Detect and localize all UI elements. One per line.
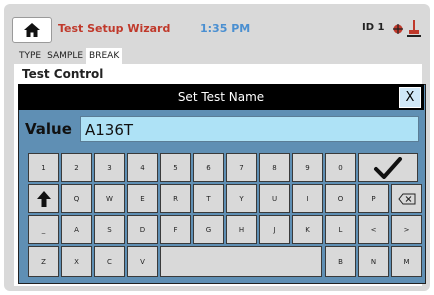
cursor-left-key[interactable]: < xyxy=(358,215,389,244)
section-title: Test Control xyxy=(22,67,104,81)
close-button[interactable]: X xyxy=(399,87,421,108)
key-4[interactable]: 4 xyxy=(127,153,158,182)
key-3[interactable]: 3 xyxy=(94,153,125,182)
key-a[interactable]: A xyxy=(61,215,92,244)
shift-key[interactable] xyxy=(28,184,59,213)
key-v[interactable]: V xyxy=(127,246,158,277)
key-c[interactable]: C xyxy=(94,246,125,277)
key-q[interactable]: Q xyxy=(61,184,92,213)
dialog-title: Set Test Name xyxy=(177,90,265,104)
checkmark-icon xyxy=(374,156,402,179)
arrow-up-icon xyxy=(36,190,51,207)
key-b[interactable]: B xyxy=(325,246,356,277)
home-icon xyxy=(24,23,40,37)
key-e[interactable]: E xyxy=(127,184,158,213)
backspace-key[interactable] xyxy=(391,184,422,213)
tab-break[interactable]: BREAK xyxy=(86,48,123,64)
key-5[interactable]: 5 xyxy=(160,153,191,182)
cursor-right-key[interactable]: > xyxy=(391,215,422,244)
key-d[interactable]: D xyxy=(127,215,158,244)
key-h[interactable]: H xyxy=(226,215,257,244)
key-y[interactable]: Y xyxy=(226,184,257,213)
key-8[interactable]: 8 xyxy=(259,153,290,182)
key-s[interactable]: S xyxy=(94,215,125,244)
key-k[interactable]: K xyxy=(292,215,323,244)
enter-key[interactable] xyxy=(358,153,418,182)
tab-bar: TYPE SAMPLE BREAK xyxy=(16,48,123,64)
tab-type[interactable]: TYPE xyxy=(16,48,45,64)
key-z[interactable]: Z xyxy=(28,246,59,277)
key-1[interactable]: 1 xyxy=(28,153,59,182)
key-u[interactable]: U xyxy=(259,184,290,213)
tab-sample[interactable]: SAMPLE xyxy=(44,48,87,64)
value-input[interactable]: A136T xyxy=(80,116,419,142)
backspace-icon xyxy=(397,193,415,204)
dialog-header: Set Test Name xyxy=(18,84,424,110)
key-r[interactable]: R xyxy=(160,184,191,213)
key-f[interactable]: F xyxy=(160,215,191,244)
space-key[interactable] xyxy=(160,246,322,277)
status-icon xyxy=(393,20,421,37)
key-7[interactable]: 7 xyxy=(226,153,257,182)
clock: 1:35 PM xyxy=(200,22,251,35)
app-title: Test Setup Wizard xyxy=(58,22,171,35)
key-i[interactable]: I xyxy=(292,184,323,213)
key-x[interactable]: X xyxy=(61,246,92,277)
key-underscore[interactable]: _ xyxy=(28,215,59,244)
key-6[interactable]: 6 xyxy=(193,153,224,182)
key-9[interactable]: 9 xyxy=(292,153,323,182)
key-w[interactable]: W xyxy=(94,184,125,213)
key-n[interactable]: N xyxy=(358,246,389,277)
key-m[interactable]: M xyxy=(391,246,422,277)
home-button[interactable] xyxy=(12,17,52,43)
on-screen-keyboard: 1 2 3 4 5 6 7 8 9 0 Q W E R T Y U I O P … xyxy=(18,146,424,282)
key-o[interactable]: O xyxy=(325,184,356,213)
id-label: ID 1 xyxy=(362,22,385,33)
key-l[interactable]: L xyxy=(325,215,356,244)
key-g[interactable]: G xyxy=(193,215,224,244)
value-label: Value xyxy=(25,120,72,138)
key-0[interactable]: 0 xyxy=(325,153,356,182)
key-p[interactable]: P xyxy=(358,184,389,213)
key-t[interactable]: T xyxy=(193,184,224,213)
key-j[interactable]: J xyxy=(259,215,290,244)
key-2[interactable]: 2 xyxy=(61,153,92,182)
status-icons xyxy=(390,18,424,40)
